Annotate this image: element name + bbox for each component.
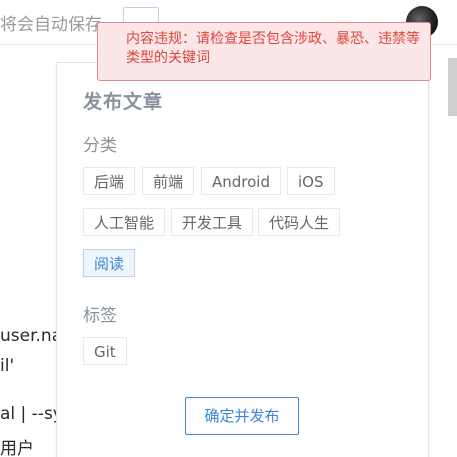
category-tag-ios[interactable]: iOS [287, 167, 335, 195]
category-label: 分类 [83, 136, 117, 156]
editor-line: user.na [0, 326, 63, 346]
editor-line: il' [0, 356, 15, 376]
tags-label: 标签 [83, 306, 117, 326]
publish-button[interactable]: 确定并发布 [185, 397, 299, 435]
category-tag-backend[interactable]: 后端 [83, 167, 136, 195]
app-root: 将会自动保存 user.na il' al | --sy 用户 发布文章 分类 … [0, 0, 457, 457]
panel-title: 发布文章 [83, 91, 164, 113]
publish-panel: 发布文章 分类 后端 前端 Android iOS 人工智能 开发工具 代码人生… [56, 62, 429, 457]
category-tag-reading[interactable]: 阅读 [83, 249, 136, 277]
category-tag-devtools[interactable]: 开发工具 [171, 208, 254, 236]
category-tag-code-life[interactable]: 代码人生 [258, 208, 341, 236]
editor-line: al | --sy [0, 404, 63, 424]
error-toast-message: 内容违规：请检查是否包含涉政、暴恐、违禁等类型的关键词 [126, 31, 420, 66]
scrollbar-thumb[interactable] [448, 58, 457, 116]
tag-git[interactable]: Git [83, 337, 127, 365]
editor-line: 用户 [0, 439, 34, 457]
category-tag-frontend[interactable]: 前端 [142, 167, 195, 195]
category-tag-ai[interactable]: 人工智能 [83, 208, 166, 236]
error-toast: 内容违规：请检查是否包含涉政、暴恐、违禁等类型的关键词 [97, 22, 431, 81]
autosave-status: 将会自动保存 [0, 15, 102, 35]
category-tag-android[interactable]: Android [201, 167, 281, 195]
